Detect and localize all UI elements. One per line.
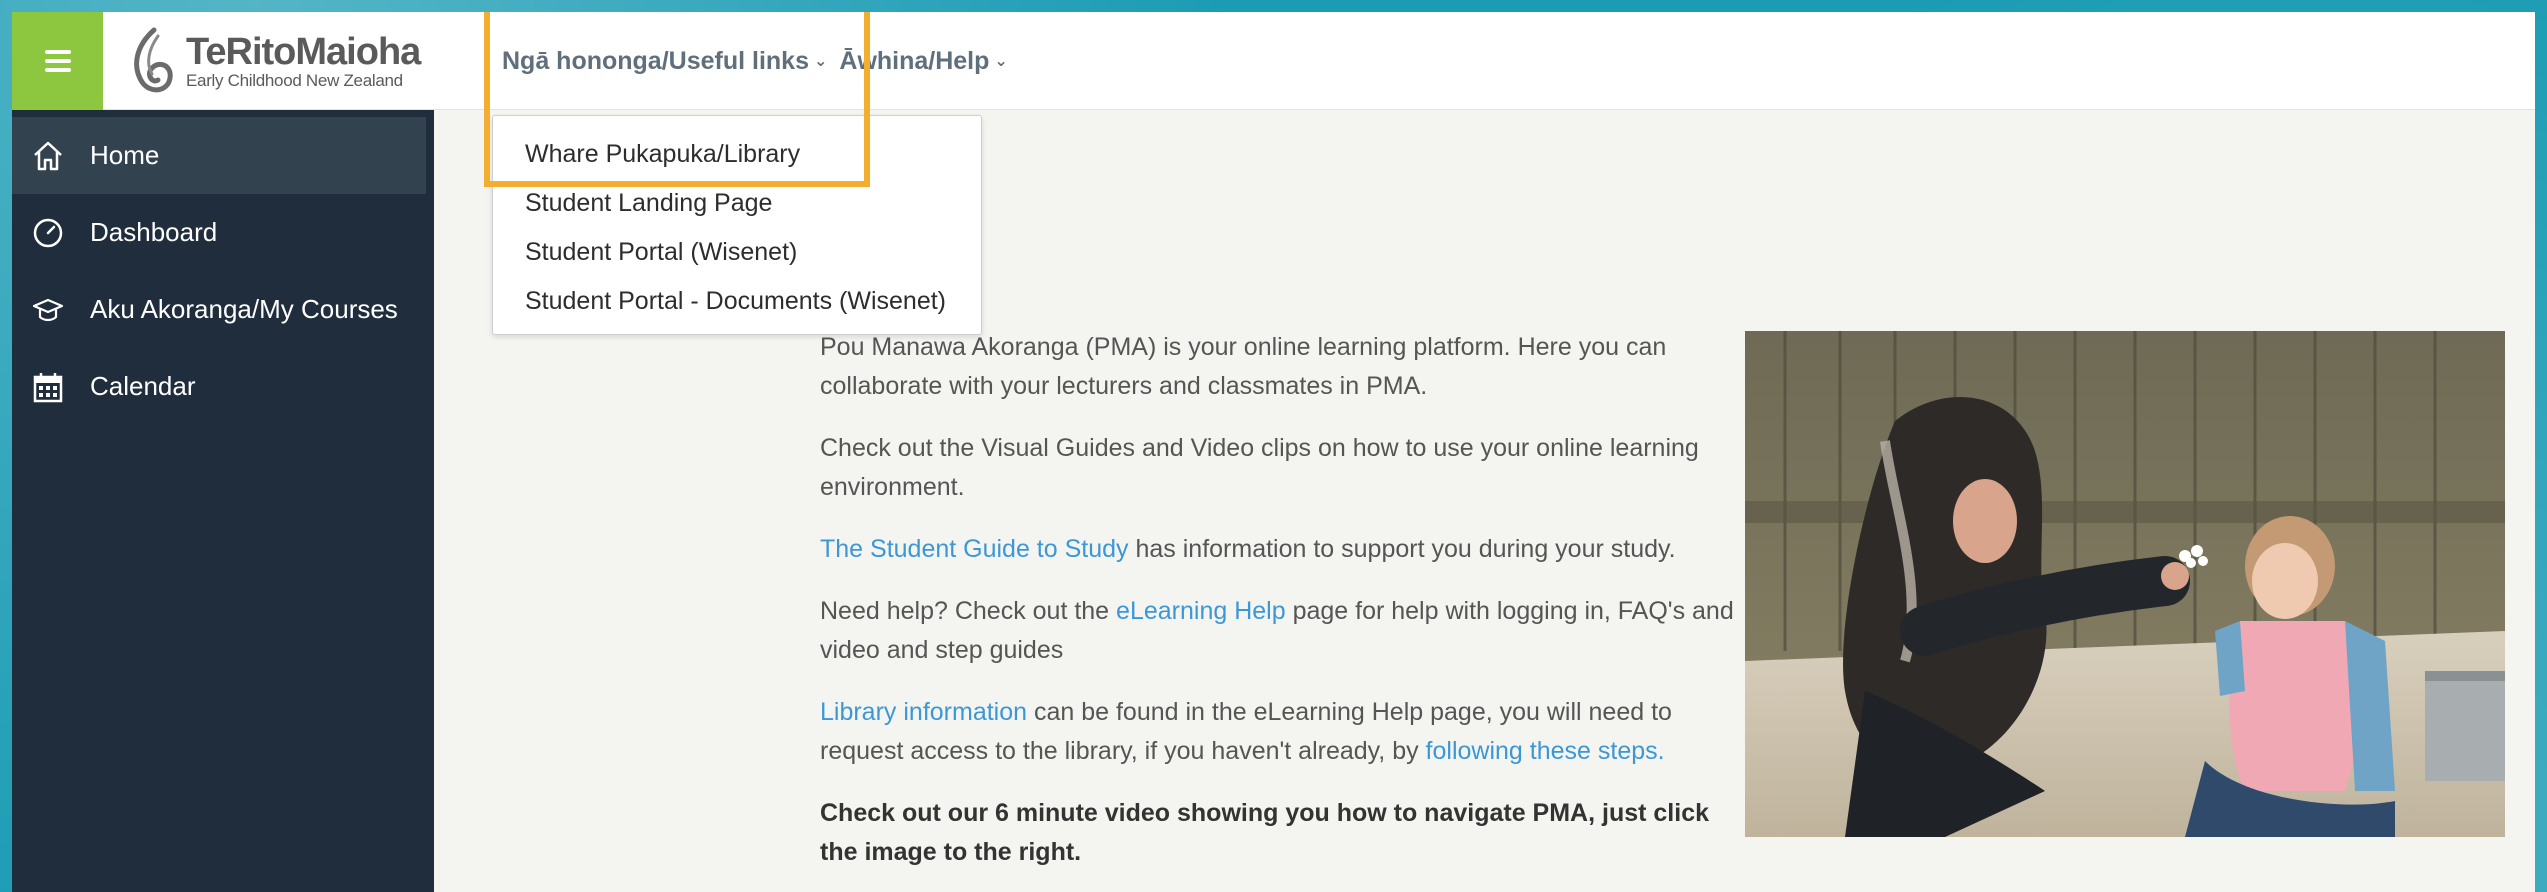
library-information-link[interactable]: Library information bbox=[820, 698, 1027, 726]
study-guide-paragraph: The Student Guide to Study has informati… bbox=[820, 530, 1750, 569]
study-guide-text: has information to support you during yo… bbox=[1128, 535, 1676, 563]
student-guide-link[interactable]: The Student Guide to Study bbox=[820, 535, 1129, 563]
nav-help-label: Āwhina/Help bbox=[839, 46, 990, 75]
sidebar: Home Dashboard Aku Akoranga/My Courses C… bbox=[12, 110, 434, 892]
dropdown-item-student-landing[interactable]: Student Landing Page bbox=[493, 179, 981, 228]
home-icon bbox=[28, 136, 68, 176]
calendar-icon bbox=[28, 367, 68, 407]
main-content: Pou Manawa Akoranga (PMA) is your online… bbox=[820, 328, 1750, 892]
nav-useful-links[interactable]: Ngā hononga/Useful links ⌄ bbox=[502, 47, 827, 76]
menu-icon bbox=[44, 59, 71, 63]
nav-useful-links-label: Ngā hononga/Useful links bbox=[502, 46, 809, 75]
video-thumbnail-image[interactable] bbox=[1745, 331, 2505, 837]
library-paragraph: Library information can be found in the … bbox=[820, 693, 1740, 771]
help-paragraph: Need help? Check out the eLearning Help … bbox=[820, 592, 1745, 670]
dropdown-item-library[interactable]: Whare Pukapuka/Library bbox=[493, 130, 981, 179]
app-window: TeRitoMaioha Early Childhood New Zealand… bbox=[12, 12, 2535, 892]
dropdown-item-student-portal[interactable]: Student Portal (Wisenet) bbox=[493, 228, 981, 277]
dashboard-icon bbox=[28, 213, 68, 253]
video-callout: Check out our 6 minute video showing you… bbox=[820, 799, 1710, 866]
help-text-pre: Need help? Check out the bbox=[820, 597, 1117, 625]
top-navbar: TeRitoMaioha Early Childhood New Zealand… bbox=[12, 12, 2535, 110]
graduation-cap-icon bbox=[28, 290, 68, 330]
sidebar-item-calendar[interactable]: Calendar bbox=[12, 348, 426, 425]
dropdown-item-student-portal-documents[interactable]: Student Portal - Documents (Wisenet) bbox=[493, 277, 981, 326]
useful-links-dropdown: Whare Pukapuka/Library Student Landing P… bbox=[492, 115, 982, 335]
chevron-down-icon: ⌄ bbox=[813, 53, 828, 70]
hamburger-menu-button[interactable] bbox=[12, 12, 103, 110]
sidebar-item-label: Dashboard bbox=[90, 217, 218, 247]
sidebar-item-dashboard[interactable]: Dashboard bbox=[12, 194, 426, 271]
site-logo[interactable]: TeRitoMaioha Early Childhood New Zealand bbox=[124, 26, 421, 98]
sidebar-item-label: Calendar bbox=[90, 371, 196, 401]
elearning-help-link[interactable]: eLearning Help bbox=[1116, 597, 1286, 625]
logo-swirl-icon bbox=[134, 27, 173, 93]
logo-subtitle: Early Childhood New Zealand bbox=[186, 71, 403, 90]
logo-title: TeRitoMaioha bbox=[186, 31, 421, 73]
sidebar-item-label: Home bbox=[90, 140, 160, 170]
sidebar-item-home[interactable]: Home bbox=[12, 117, 426, 194]
sidebar-item-my-courses[interactable]: Aku Akoranga/My Courses bbox=[12, 271, 426, 348]
nav-help[interactable]: Āwhina/Help ⌄ bbox=[839, 47, 1007, 76]
following-steps-link[interactable]: following these steps. bbox=[1426, 737, 1665, 765]
visual-guides-paragraph: Check out the Visual Guides and Video cl… bbox=[820, 434, 1699, 501]
sidebar-item-label: Aku Akoranga/My Courses bbox=[90, 294, 398, 324]
chevron-down-icon: ⌄ bbox=[994, 53, 1008, 70]
intro-paragraph: Pou Manawa Akoranga (PMA) is your online… bbox=[820, 333, 1667, 400]
nav-links: Ngā hononga/Useful links ⌄ Āwhina/Help ⌄ bbox=[502, 12, 1020, 110]
